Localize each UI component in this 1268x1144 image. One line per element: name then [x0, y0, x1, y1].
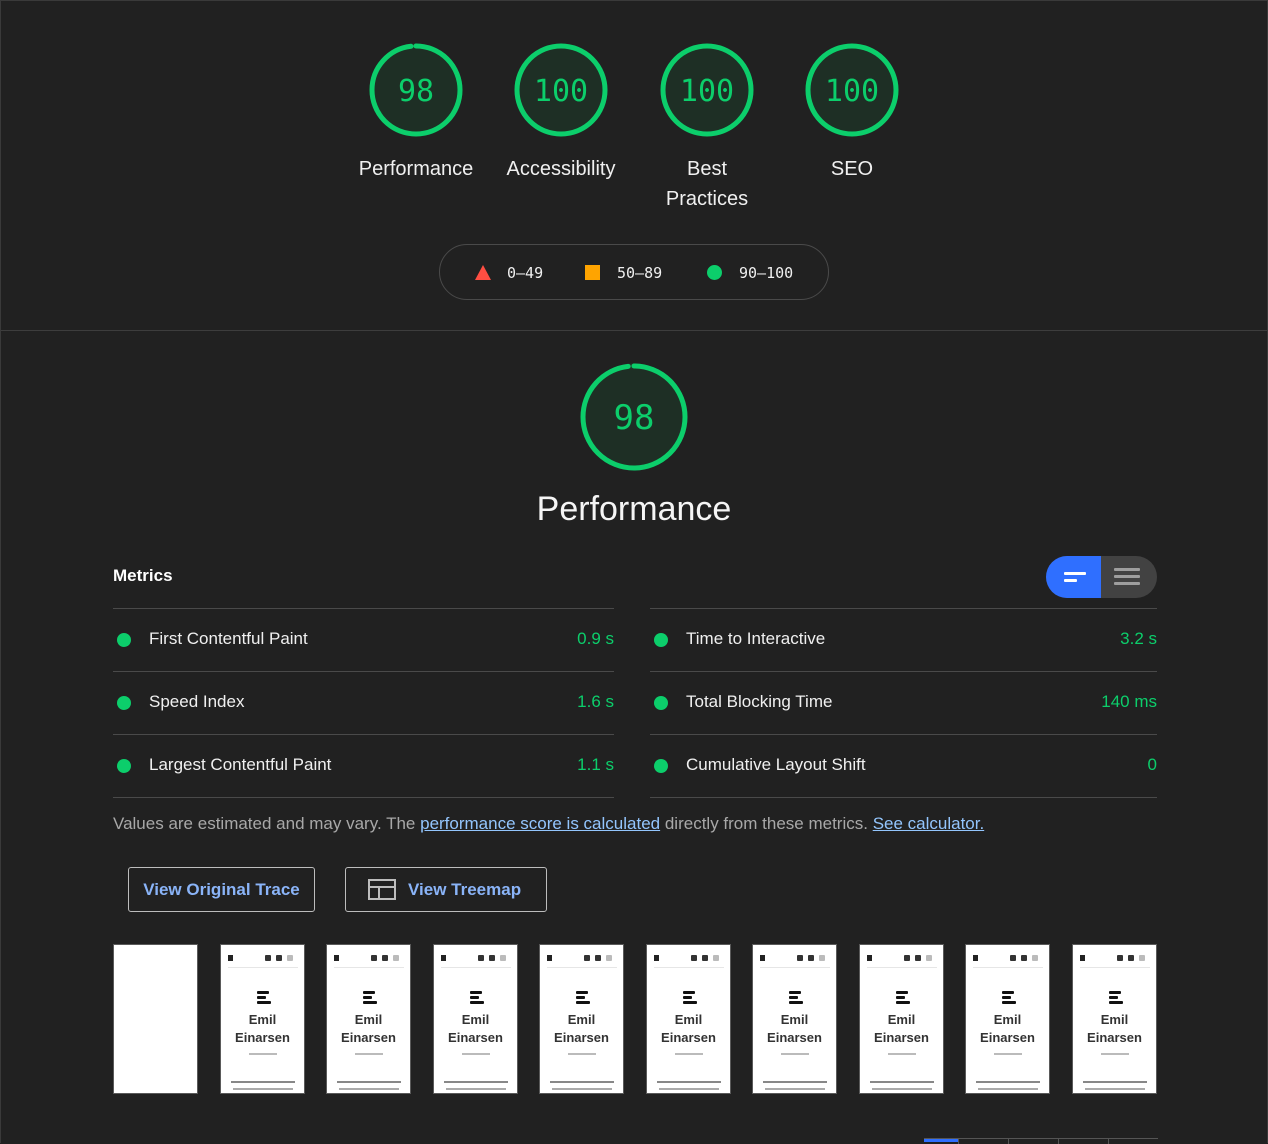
gauge-ring: 100	[660, 43, 754, 137]
metric-name: Largest Contentful Paint	[149, 755, 332, 774]
metric-value: 3.2 s	[1120, 629, 1157, 648]
filmstrip-frame: Emil Einarsen	[646, 944, 731, 1094]
view-treemap-label: View Treemap	[408, 880, 522, 899]
gauge-performance[interactable]: 98 Performance	[343, 42, 489, 184]
metric-value: 0.9 s	[577, 629, 614, 648]
frame-site-name: Emil Einarsen	[448, 1012, 503, 1045]
filmstrip-frame: Emil Einarsen	[220, 944, 305, 1094]
square-icon	[585, 265, 600, 280]
frame-site-name: Emil Einarsen	[767, 1012, 822, 1045]
metric-name: First Contentful Paint	[149, 629, 308, 648]
metric-value: 1.1 s	[577, 755, 614, 774]
gauge-label: Accessibility	[506, 158, 616, 180]
metric-name: Time to Interactive	[686, 629, 826, 648]
metric-value: 0	[1147, 755, 1157, 774]
metrics-note: Values are estimated and may vary. The p…	[113, 814, 984, 834]
metric-value: 1.6 s	[577, 692, 614, 711]
pass-circle-icon	[654, 633, 668, 647]
frame-site-name: Emil Einarsen	[874, 1012, 929, 1045]
frame-site-name: Emil Einarsen	[341, 1012, 396, 1045]
legend-pass-label: 90–100	[739, 264, 794, 282]
gauge-ring: 100	[514, 43, 608, 137]
site-logo-icon	[1002, 991, 1016, 1004]
filmstrip-frame	[113, 944, 198, 1094]
filmstrip-frame: Emil Einarsen	[965, 944, 1050, 1094]
filmstrip-frame: Emil Einarsen	[433, 944, 518, 1094]
site-logo-icon	[1109, 991, 1123, 1004]
gauge-ring: 100	[805, 43, 899, 137]
filmstrip-frame: Emil Einarsen	[539, 944, 624, 1094]
note-text: directly from these metrics.	[660, 814, 873, 833]
legend-average-label: 50–89	[617, 264, 663, 282]
pass-circle-icon	[117, 696, 131, 710]
site-logo-icon	[789, 991, 803, 1004]
performance-score: 98	[614, 398, 655, 438]
frame-site-name: Emil Einarsen	[980, 1012, 1035, 1045]
score-legend: 0–49 50–89 90–100	[439, 244, 829, 300]
category-gauges: 98 Performance 100 Accessibility 100 Bes…	[343, 42, 925, 222]
metric-first-contentful-paint: First Contentful Paint 0.9 s	[113, 608, 614, 671]
see-calculator-link[interactable]: See calculator.	[873, 814, 985, 833]
metric-value: 140 ms	[1101, 692, 1157, 711]
gauge-ring: 98	[369, 43, 463, 137]
note-text: Values are estimated and may vary. The	[113, 814, 421, 833]
metric-name: Cumulative Layout Shift	[686, 755, 866, 774]
gauge-seo[interactable]: 100 SEO	[779, 42, 925, 184]
filmstrip-frame: Emil Einarsen	[1072, 944, 1157, 1094]
metrics-left-column: First Contentful Paint 0.9 s Speed Index…	[113, 608, 614, 798]
pass-circle-icon	[117, 759, 131, 773]
gauge-label: Performance	[358, 158, 474, 180]
metric-name: Total Blocking Time	[686, 692, 833, 711]
circle-icon	[707, 265, 722, 280]
performance-gauge: 98	[579, 362, 689, 477]
site-logo-icon	[683, 991, 697, 1004]
compact-view-button[interactable]	[1046, 556, 1101, 598]
filmstrip-frame: Emil Einarsen	[752, 944, 837, 1094]
performance-gauge-ring: 98	[580, 363, 688, 471]
site-logo-icon	[363, 991, 377, 1004]
metric-speed-index: Speed Index 1.6 s	[113, 671, 614, 734]
gauge-accessibility[interactable]: 100 Accessibility	[488, 42, 634, 184]
view-treemap-button[interactable]: View Treemap	[345, 867, 547, 912]
window-top-border	[0, 0, 1268, 1]
gauge-label: Best Practices	[665, 158, 749, 210]
metric-cumulative-layout-shift: Cumulative Layout Shift 0	[650, 734, 1157, 798]
site-logo-icon	[470, 991, 484, 1004]
expanded-view-button[interactable]	[1101, 556, 1157, 598]
metric-time-to-interactive: Time to Interactive 3.2 s	[650, 608, 1157, 671]
frame-site-name: Emil Einarsen	[554, 1012, 609, 1045]
triangle-icon	[475, 265, 491, 280]
filmstrip-pager	[924, 1138, 1158, 1144]
gauge-score: 100	[825, 74, 879, 109]
gauge-score: 98	[398, 74, 434, 109]
pass-circle-icon	[117, 633, 131, 647]
performance-score-link[interactable]: performance score is calculated	[420, 814, 660, 833]
treemap-icon	[368, 879, 396, 900]
window-left-border	[0, 0, 1, 1143]
site-logo-icon	[896, 991, 910, 1004]
metric-name: Speed Index	[149, 692, 245, 711]
filmstrip-frame: Emil Einarsen	[326, 944, 411, 1094]
metric-largest-contentful-paint: Largest Contentful Paint 1.1 s	[113, 734, 614, 798]
site-logo-icon	[576, 991, 590, 1004]
metric-total-blocking-time: Total Blocking Time 140 ms	[650, 671, 1157, 734]
legend-fail-label: 0–49	[507, 264, 544, 282]
metrics-view-toggle[interactable]	[1046, 556, 1157, 598]
filmstrip-frame: Emil Einarsen	[859, 944, 944, 1094]
gauge-score: 100	[534, 74, 588, 109]
frame-site-name: Emil Einarsen	[235, 1012, 290, 1045]
view-original-trace-button[interactable]: View Original Trace	[128, 867, 315, 912]
site-logo-icon	[257, 991, 271, 1004]
metrics-right-column: Time to Interactive 3.2 s Total Blocking…	[650, 608, 1157, 798]
frame-site-name: Emil Einarsen	[1087, 1012, 1142, 1045]
gauge-score: 100	[680, 74, 734, 109]
performance-title: Performance	[536, 490, 732, 528]
section-divider	[1, 330, 1267, 331]
pass-circle-icon	[654, 696, 668, 710]
metrics-header: Metrics	[113, 566, 173, 585]
gauge-best-practices[interactable]: 100 Best Practices	[634, 42, 780, 214]
gauge-label: SEO	[830, 158, 874, 180]
pass-circle-icon	[654, 759, 668, 773]
frame-site-name: Emil Einarsen	[661, 1012, 716, 1045]
